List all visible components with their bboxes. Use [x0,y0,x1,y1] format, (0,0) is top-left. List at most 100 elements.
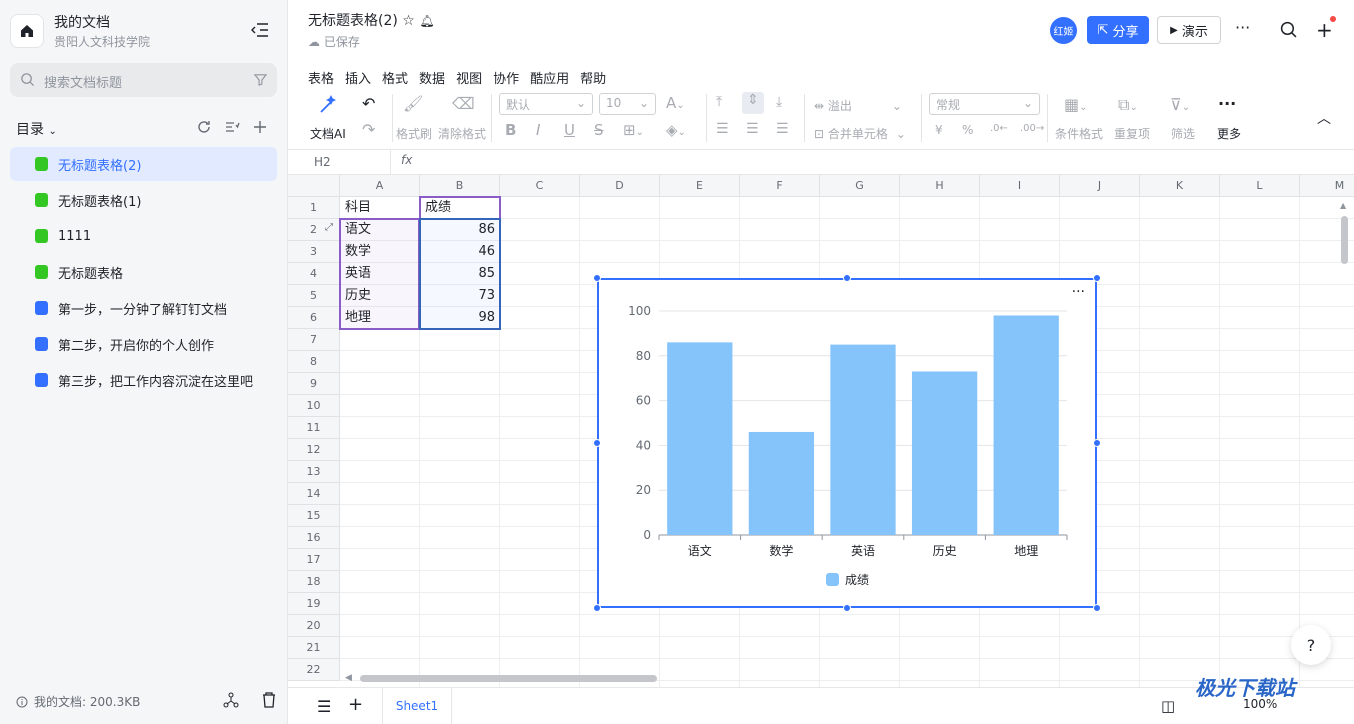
row-header[interactable]: 1 [288,197,340,219]
scroll-up-icon[interactable]: ▲ [1340,201,1346,210]
column-header[interactable]: G [820,175,900,197]
row-header[interactable]: 10 [288,395,340,417]
align-bottom-icon[interactable]: ⤓ [776,94,782,110]
eraser-icon[interactable]: ⌫ [452,94,475,113]
doc-item[interactable]: 无标题表格 [10,255,277,289]
doc-item[interactable]: 第二步，开启你的个人创作 [10,327,277,361]
resize-handle[interactable] [1093,439,1101,447]
menu-item[interactable]: 帮助 [580,68,606,87]
row-header[interactable]: 13 [288,461,340,483]
cell[interactable]: 科目 [340,197,420,219]
cell[interactable]: 86 [420,219,500,241]
column-header[interactable]: K [1140,175,1220,197]
column-header[interactable]: B [420,175,500,197]
search-input[interactable]: 搜索文档标题 [10,63,277,97]
column-header[interactable]: J [1060,175,1140,197]
resize-handle[interactable] [1093,274,1101,282]
cell[interactable]: 成绩 [420,197,500,219]
align-middle-icon[interactable]: ⇕ [742,92,764,114]
align-right-icon[interactable]: ☰ [776,121,789,137]
more-label[interactable]: 更多 [1217,125,1241,142]
cell[interactable]: 85 [420,263,500,285]
sheet-list-icon[interactable]: ☰ [317,697,331,716]
merge-select[interactable]: ⊡ 合并单元格 ⌄ [814,125,906,142]
row-header[interactable]: 19 [288,593,340,615]
italic-icon[interactable]: I [536,121,540,139]
cell[interactable]: 地理 [340,307,420,329]
undo-icon[interactable]: ↶ [362,94,375,113]
chart-more-icon[interactable]: ··· [1072,284,1085,300]
format-painter-icon[interactable]: 🖌︎ [403,94,423,113]
row-header[interactable]: 3 [288,241,340,263]
refresh-icon[interactable] [196,119,212,135]
collapse-toolbar-icon[interactable]: ︿ [1317,108,1331,128]
row-header[interactable]: 11 [288,417,340,439]
row-header[interactable]: 22 [288,659,340,681]
row-header[interactable]: 16 [288,527,340,549]
ai-label[interactable]: 文档AI [310,125,346,142]
doc-item[interactable]: 第三步，把工作内容沉淀在这里吧 [10,363,277,397]
row-header[interactable]: 15 [288,505,340,527]
duplicates-icon[interactable]: ⧉⌄ [1118,95,1138,115]
menu-item[interactable]: 数据 [419,68,445,87]
cell[interactable]: 英语 [340,263,420,285]
column-header[interactable]: C [500,175,580,197]
search-icon[interactable] [1280,21,1297,38]
menu-item[interactable]: 插入 [345,68,371,87]
align-top-icon[interactable]: ⤒ [716,94,722,110]
column-header[interactable]: E [660,175,740,197]
column-header[interactable]: L [1220,175,1300,197]
star-icon[interactable]: ☆ [402,13,415,29]
cell[interactable]: 73 [420,285,500,307]
overflow-select[interactable]: ⇹ 溢出 ⌄ [814,97,902,114]
align-center-icon[interactable]: ☰ [746,121,759,137]
fill-color-icon[interactable]: ◈⌄ [666,121,686,139]
conditional-format-label[interactable]: 条件格式 [1055,125,1103,142]
percent-button[interactable]: % [962,123,973,137]
bar-chart[interactable]: 0 20 40 60 80 100 语文 数学 英语 历史 地理 成绩 ··· [597,278,1097,608]
column-header[interactable]: F [740,175,820,197]
row-header[interactable]: 5 [288,285,340,307]
select-all-corner[interactable] [288,175,340,197]
layout-icon[interactable]: ◫ [1161,697,1175,715]
row-header[interactable]: 8 [288,351,340,373]
resize-handle[interactable] [593,604,601,612]
decimal-decrease-icon[interactable]: .0← [990,123,1008,134]
add-icon[interactable] [252,119,268,135]
doc-item[interactable]: 第一步，一分钟了解钉钉文档 [10,291,277,325]
strikethrough-icon[interactable]: S [594,121,604,139]
formula-bar[interactable] [288,149,1354,175]
bold-icon[interactable]: B [505,121,516,139]
cell[interactable]: 数学 [340,241,420,263]
cell[interactable]: 46 [420,241,500,263]
cell[interactable]: 98 [420,307,500,329]
home-button[interactable] [10,14,44,48]
scroll-left-icon[interactable]: ◀ [345,673,352,683]
row-header[interactable]: 6 [288,307,340,329]
resize-handle[interactable] [843,604,851,612]
new-icon[interactable]: + [1316,18,1333,42]
resize-handle[interactable] [593,439,601,447]
column-header[interactable]: D [580,175,660,197]
resize-handle[interactable] [843,274,851,282]
column-header[interactable]: I [980,175,1060,197]
vertical-scrollbar[interactable] [1341,216,1348,264]
avatar[interactable]: 红姬 [1050,17,1077,44]
resize-handle[interactable] [593,274,601,282]
cell-reference[interactable]: H2 [314,155,331,169]
align-left-icon[interactable]: ☰ [716,121,729,137]
filter-label[interactable]: 筛选 [1171,125,1195,142]
resize-handle[interactable] [1093,604,1101,612]
row-header[interactable]: 17 [288,549,340,571]
underline-icon[interactable]: U [564,121,575,139]
row-header[interactable]: 7 [288,329,340,351]
column-header[interactable]: H [900,175,980,197]
size-select[interactable]: 10 ⌄ [599,93,656,115]
share-button[interactable]: ⇱ 分享 [1087,16,1149,44]
font-select[interactable]: 默认 ⌄ [499,93,593,115]
sort-icon[interactable] [224,119,240,135]
clear-format-label[interactable]: 清除格式 [438,125,486,142]
doc-title[interactable]: 无标题表格(2) ☆ 🔔︎ [308,10,435,30]
doc-item[interactable]: 1111 [10,219,277,253]
menu-item[interactable]: 视图 [456,68,482,87]
